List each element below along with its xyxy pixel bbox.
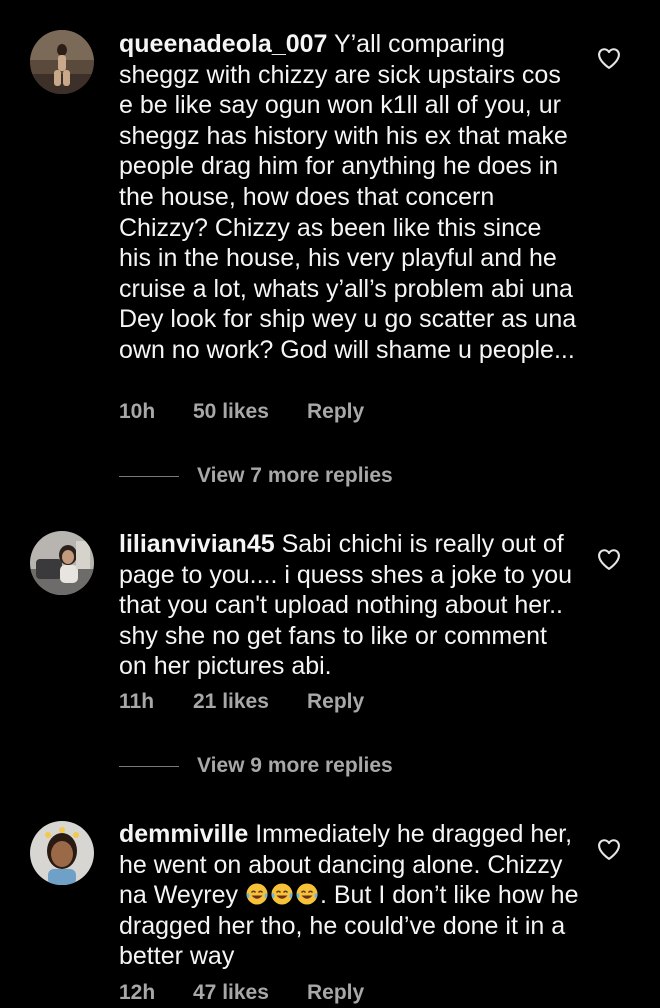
comment-username[interactable]: lilianvivian45 [119,530,275,558]
comment-text: lilianvivian45 Sabi chichi is really out… [119,529,579,682]
face-with-tears-of-joy-icon [296,883,318,905]
heart-outline-icon[interactable] [595,835,623,863]
comment-likes[interactable]: 47 likes [193,981,307,1005]
avatar[interactable] [30,30,94,94]
reply-button[interactable]: Reply [307,981,364,1005]
comment-meta: 10h 50 likes Reply [119,397,364,427]
divider-line [119,475,179,477]
view-replies-label: View 9 more replies [197,754,393,777]
view-replies-label: View 7 more replies [197,464,393,487]
reply-button[interactable]: Reply [307,690,364,714]
emoji-group [245,881,320,909]
divider-line [119,765,179,767]
avatar-image [30,821,94,885]
comment-text: queenadeola_007 Y’all comparing sheggz w… [119,29,579,366]
avatar[interactable] [30,531,94,595]
comment-meta: 12h 47 likes Reply [119,978,364,1008]
comment-likes[interactable]: 50 likes [193,400,307,424]
comment-body: Y’all comparing sheggz with chizzy are s… [119,30,577,364]
face-with-tears-of-joy-icon [246,883,268,905]
face-with-tears-of-joy-icon [271,883,293,905]
avatar-image [30,531,94,595]
avatar-image [30,30,94,94]
heart-outline-icon[interactable] [595,44,623,72]
comment-time: 12h [119,981,156,1004]
comment-time: 10h [119,400,156,423]
comment-time: 11h [119,690,155,713]
comment-likes[interactable]: 21 likes [193,690,307,714]
comment-text: demmiville Immediately he dragged her, h… [119,819,579,972]
view-replies-button[interactable]: View 7 more replies [119,461,393,491]
comment-username[interactable]: demmiville [119,820,248,848]
avatar[interactable] [30,821,94,885]
comment-username[interactable]: queenadeola_007 [119,30,327,58]
view-replies-button[interactable]: View 9 more replies [119,751,393,781]
heart-outline-icon[interactable] [595,545,623,573]
reply-button[interactable]: Reply [307,400,364,424]
comment-meta: 11h 21 likes Reply [119,687,364,717]
